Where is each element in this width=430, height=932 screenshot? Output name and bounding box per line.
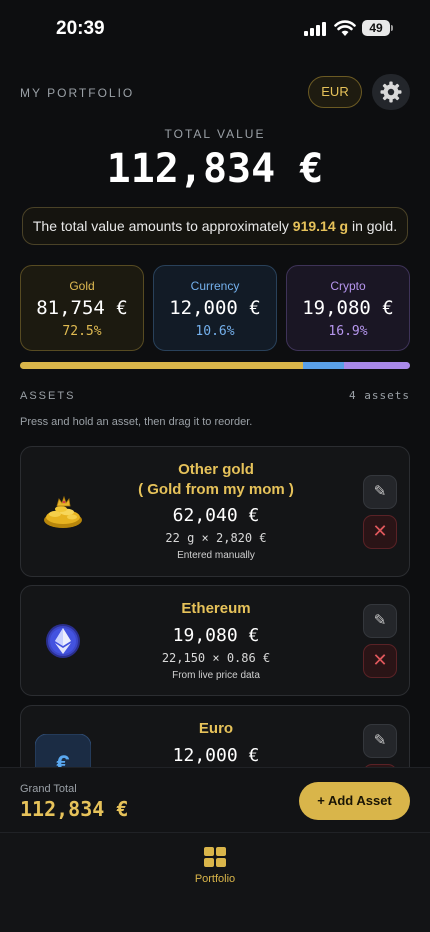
allocation-segment-currency <box>302 362 345 369</box>
svg-text:€: € <box>56 751 69 767</box>
grid-icon <box>204 847 226 867</box>
category-card-crypto[interactable]: Crypto 19,080 € 16.9% <box>286 265 410 351</box>
tab-portfolio-label: Portfolio <box>194 873 236 885</box>
wifi-icon <box>334 20 356 36</box>
assets-section-label: ASSETS <box>20 390 76 402</box>
gear-icon <box>380 81 402 103</box>
delete-asset-button[interactable]: ✕ <box>363 644 397 678</box>
category-card-currency[interactable]: Currency 12,000 € 10.6% <box>153 265 277 351</box>
reorder-hint: Press and hold an asset, then drag it to… <box>20 416 253 428</box>
assets-list[interactable]: Other gold ( Gold from my mom ) 62,040 €… <box>0 438 430 767</box>
status-bar: 20:39 49 <box>0 0 430 60</box>
delete-asset-button[interactable]: ✕ <box>363 515 397 549</box>
close-icon: ✕ <box>372 650 388 670</box>
pencil-icon: ✎ <box>373 612 387 629</box>
category-value: 19,080 € <box>302 297 394 319</box>
battery-icon: 49 <box>362 20 390 36</box>
edit-asset-button[interactable]: ✎ <box>363 604 397 638</box>
asset-name: Ethereum <box>181 600 251 617</box>
status-time: 20:39 <box>56 18 105 39</box>
total-value: 112,834 € <box>106 146 324 192</box>
gold-note-suffix: in gold. <box>348 218 398 234</box>
battery-tip <box>391 25 393 31</box>
category-value: 81,754 € <box>36 297 128 319</box>
category-card-gold[interactable]: Gold 81,754 € 72.5% <box>20 265 144 351</box>
category-percent: 72.5% <box>62 324 102 339</box>
page-title: MY PORTFOLIO <box>20 86 135 100</box>
asset-name: Other gold <box>178 461 254 478</box>
allocation-segment-crypto <box>344 362 410 369</box>
grand-total-label: Grand Total <box>20 783 77 795</box>
tab-portfolio[interactable]: Portfolio <box>183 845 247 891</box>
grand-total-value: 112,834 € <box>20 797 129 821</box>
category-label: Crypto <box>330 279 366 293</box>
close-icon: ✕ <box>372 521 388 541</box>
cellular-signal-icon <box>304 22 328 36</box>
category-value: 12,000 € <box>169 297 261 319</box>
category-percent: 16.9% <box>328 324 368 339</box>
pencil-icon: ✎ <box>373 483 387 500</box>
gold-note-prefix: The total value amounts to approximately <box>32 218 293 234</box>
asset-card-euro[interactable]: Euro 12,000 € € ✎ ✕ <box>20 705 410 767</box>
category-label: Currency <box>190 279 240 293</box>
gold-equivalent-note: The total value amounts to approximately… <box>22 207 408 245</box>
gold-coins-icon <box>41 490 85 534</box>
currency-button[interactable]: EUR <box>308 76 362 108</box>
asset-card-other-gold[interactable]: Other gold ( Gold from my mom ) 62,040 €… <box>20 446 410 577</box>
ethereum-icon <box>41 619 85 663</box>
edit-asset-button[interactable]: ✎ <box>363 724 397 758</box>
total-value-label: TOTAL VALUE <box>164 127 266 141</box>
settings-button[interactable] <box>372 74 410 110</box>
euro-icon: € <box>34 733 92 767</box>
category-label: Gold <box>69 279 95 293</box>
allocation-bar <box>20 362 410 369</box>
asset-card-ethereum[interactable]: Ethereum 19,080 € 22,150 × 0.86 € From l… <box>20 585 410 696</box>
asset-source: From live price data <box>172 670 260 681</box>
category-percent: 10.6% <box>195 324 235 339</box>
grand-total-bar: Grand Total 112,834 € + Add Asset <box>0 767 430 832</box>
pencil-icon: ✎ <box>373 732 387 749</box>
gold-note-amount: 919.14 g <box>292 218 349 234</box>
allocation-segment-gold <box>20 362 303 369</box>
tab-bar: Portfolio <box>0 832 430 932</box>
assets-count: 4 assets <box>349 389 410 402</box>
asset-source: Entered manually <box>177 550 255 561</box>
add-asset-button[interactable]: + Add Asset <box>299 782 410 820</box>
edit-asset-button[interactable]: ✎ <box>363 475 397 509</box>
